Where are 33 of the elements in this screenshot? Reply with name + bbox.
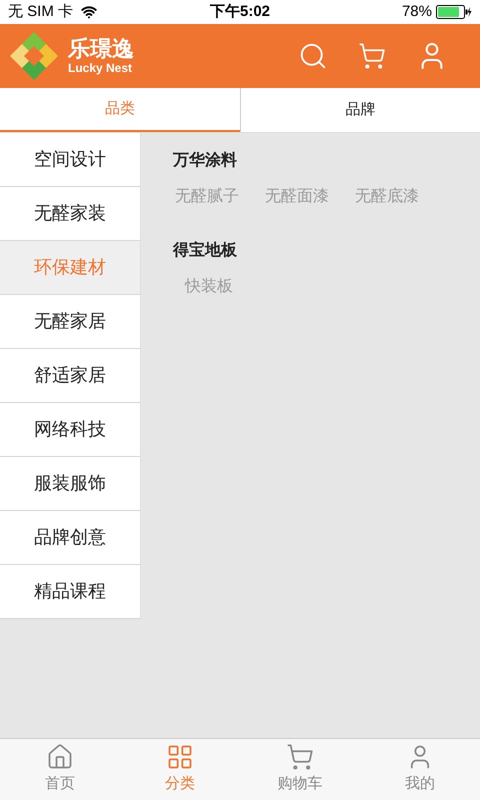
category-item[interactable]: 环保建材 <box>0 241 140 295</box>
cart-icon <box>286 743 314 772</box>
category-item[interactable]: 舒适家居 <box>0 349 140 403</box>
category-item[interactable]: 网络科技 <box>0 403 140 457</box>
category-item[interactable]: 服装服饰 <box>0 457 140 511</box>
brand-title: 万华涂料 <box>173 150 238 171</box>
category-item[interactable]: 空间设计 <box>0 133 140 187</box>
battery-icon <box>436 5 472 19</box>
subcategory-link[interactable]: 无醛腻子 <box>175 185 239 209</box>
logo-drawing <box>8 30 60 82</box>
category-item[interactable]: 品牌创意 <box>0 511 140 565</box>
grid-icon <box>166 743 194 772</box>
category-item[interactable]: 无醛家装 <box>0 187 140 241</box>
home-icon <box>46 743 74 772</box>
brand-title: 得宝地板 <box>173 240 238 261</box>
nav-tab[interactable]: 分类 <box>120 739 240 800</box>
subcategory-link[interactable]: 无醛底漆 <box>355 185 419 209</box>
search-button[interactable] <box>298 41 328 71</box>
status-time: 下午5:02 <box>210 2 270 22</box>
nav-tab[interactable]: 我的 <box>360 739 480 800</box>
tab[interactable]: 品牌 <box>240 88 480 132</box>
battery-percent: 78% <box>402 2 432 22</box>
cart-button[interactable] <box>358 42 386 70</box>
wifi-icon <box>81 4 98 20</box>
nav-tab[interactable]: 首页 <box>0 739 120 800</box>
subcategory-link[interactable]: 无醛面漆 <box>265 185 329 209</box>
category-item[interactable]: 无醛家居 <box>0 295 140 349</box>
carrier-label: 无 SIM 卡 <box>8 2 74 22</box>
nav-tab[interactable]: 购物车 <box>240 739 360 800</box>
category-item[interactable]: 精品课程 <box>0 565 140 619</box>
logo-subtitle: Lucky Nest <box>68 62 134 74</box>
subcategory-link[interactable]: 快装板 <box>175 275 243 299</box>
logo-title: 乐璟逸 <box>68 38 134 60</box>
